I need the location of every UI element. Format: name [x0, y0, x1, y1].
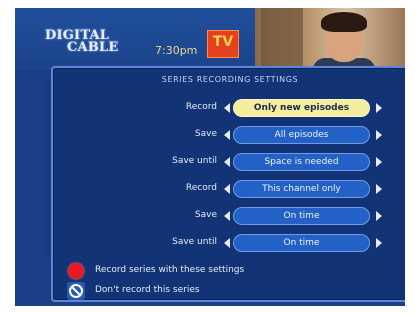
setting-label: Save until [172, 237, 217, 247]
dialog-title: SERIES RECORDING SETTINGS [161, 75, 299, 84]
arrow-left-icon[interactable] [224, 157, 230, 167]
option-value[interactable]: On time [233, 207, 370, 225]
setting-row-save[interactable]: Save All episodes [53, 125, 405, 145]
channel-logo-icon: TV [207, 30, 239, 58]
setting-label: Record [185, 102, 217, 112]
record-series-action[interactable]: Record series with these settings [67, 262, 397, 280]
option-value[interactable]: Space is needed [233, 153, 370, 171]
option-value[interactable]: All episodes [233, 126, 370, 144]
dont-record-label: Don't record this series [95, 285, 200, 295]
arrow-left-icon[interactable] [224, 238, 230, 248]
record-dot-icon [68, 263, 84, 279]
setting-row-record[interactable]: Record Only new episodes [53, 98, 405, 118]
setting-row-save-2[interactable]: Save On time [53, 206, 405, 226]
record-series-label: Record series with these settings [95, 265, 245, 275]
header-bar: DIGITAL CABLE 7:30pm TV [15, 8, 405, 76]
background-guide-strip [43, 78, 51, 258]
arrow-right-icon[interactable] [376, 103, 382, 113]
arrow-right-icon[interactable] [376, 130, 382, 140]
setting-row-save-until-2[interactable]: Save until On time [53, 233, 405, 253]
arrow-left-icon[interactable] [224, 103, 230, 113]
setting-label: Save [194, 129, 217, 139]
setting-label: Save [194, 210, 217, 220]
brand-logo: DIGITAL CABLE [45, 29, 119, 55]
setting-row-record-channel[interactable]: Record This channel only [53, 179, 405, 199]
option-value[interactable]: On time [233, 234, 370, 252]
arrow-right-icon[interactable] [376, 211, 382, 221]
arrow-right-icon[interactable] [376, 157, 382, 167]
dont-record-action[interactable]: Don't record this series [67, 282, 397, 300]
tv-screen: DIGITAL CABLE 7:30pm TV SERIES RECORDING… [15, 8, 405, 306]
option-value-selected[interactable]: Only new episodes [233, 99, 370, 117]
setting-row-save-until[interactable]: Save until Space is needed [53, 152, 405, 172]
clock-time: 7:30pm [155, 44, 198, 57]
setting-label: Record [185, 183, 217, 193]
no-symbol-icon [67, 282, 85, 300]
arrow-left-icon[interactable] [224, 130, 230, 140]
arrow-right-icon[interactable] [376, 238, 382, 248]
arrow-left-icon[interactable] [224, 184, 230, 194]
option-value[interactable]: This channel only [233, 180, 370, 198]
series-recording-dialog: SERIES RECORDING SETTINGS Record Only ne… [51, 66, 405, 302]
setting-label: Save until [172, 156, 217, 166]
brand-line-2: CABLE [67, 40, 119, 55]
arrow-left-icon[interactable] [224, 211, 230, 221]
arrow-right-icon[interactable] [376, 184, 382, 194]
